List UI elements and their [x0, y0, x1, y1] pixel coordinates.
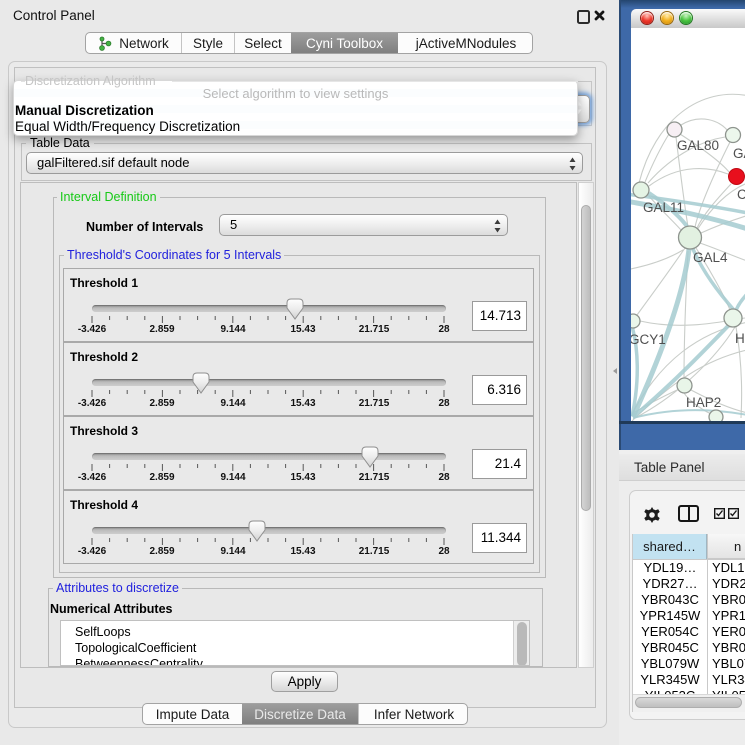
svg-text:GAL4: GAL4: [693, 250, 728, 265]
svg-text:HAP2: HAP2: [686, 395, 721, 410]
svg-text:GAL: GAL: [733, 146, 745, 161]
svg-text:H: H: [735, 331, 745, 346]
svg-text:CY: CY: [737, 187, 745, 202]
svg-text:GCY1: GCY1: [631, 332, 666, 347]
svg-text:GAL80: GAL80: [677, 138, 719, 153]
svg-text:GAL11: GAL11: [643, 200, 684, 215]
